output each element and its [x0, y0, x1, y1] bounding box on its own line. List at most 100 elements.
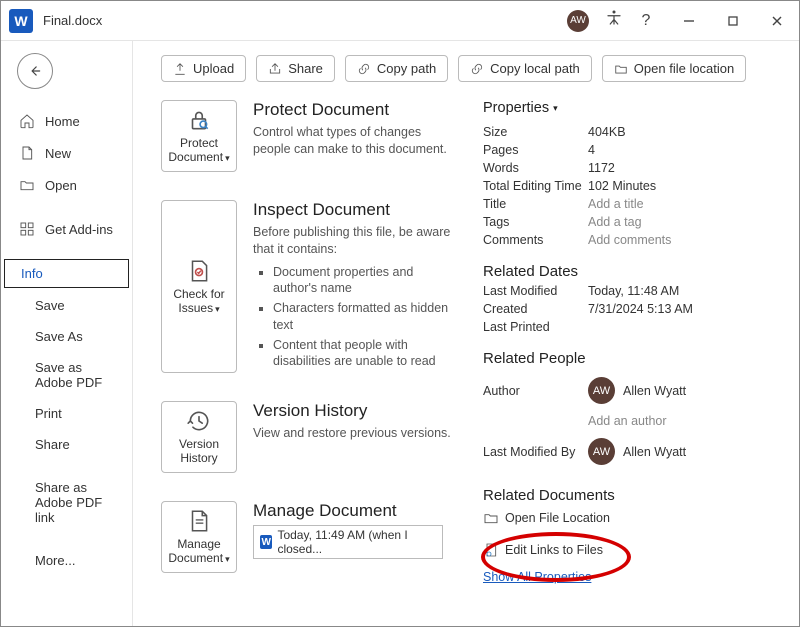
sidebar-item-label: New	[45, 146, 71, 161]
list-item: Characters formatted as hidden text	[273, 300, 451, 333]
sidebar-item-info[interactable]: Info	[4, 259, 129, 288]
version-history-section: Version History Version History View and…	[161, 401, 451, 473]
prop-key: Total Editing Time	[483, 179, 588, 193]
section-heading: Protect Document	[253, 100, 451, 120]
check-for-issues-button[interactable]: Check for Issues▾	[161, 200, 237, 373]
sidebar-item-addins[interactable]: Get Add-ins	[1, 213, 132, 245]
sidebar-item-label: Home	[45, 114, 80, 129]
related-people-heading: Related People	[483, 350, 783, 367]
version-history-button[interactable]: Version History	[161, 401, 237, 473]
open-folder-icon	[19, 177, 35, 193]
avatar: AW	[588, 377, 615, 404]
list-item: Content that people with disabilities ar…	[273, 337, 451, 370]
prop-title-input[interactable]: Add a title	[588, 197, 644, 211]
open-file-location-link[interactable]: Open File Location	[483, 510, 783, 526]
protect-document-button[interactable]: Protect Document▾	[161, 100, 237, 172]
chevron-down-icon: ▾	[553, 103, 558, 114]
sidebar-item-label: Info	[21, 266, 43, 281]
word-doc-icon: W	[260, 535, 272, 549]
prop-key: Words	[483, 161, 588, 175]
protect-section: Protect Document▾ Protect Document Contr…	[161, 100, 451, 172]
help-icon[interactable]: ?	[635, 12, 657, 30]
sidebar-item-home[interactable]: Home	[1, 105, 132, 137]
copy-path-button[interactable]: Copy path	[345, 55, 448, 82]
close-button[interactable]	[755, 1, 799, 41]
inspect-section: Check for Issues▾ Inspect Document Befor…	[161, 200, 451, 373]
addins-icon	[19, 221, 35, 237]
prop-tags-input[interactable]: Add a tag	[588, 215, 642, 229]
inspect-issues-list: Document properties and author's name Ch…	[253, 264, 451, 370]
sidebar-item-new[interactable]: New	[1, 137, 132, 169]
show-all-properties-link[interactable]: Show All Properties	[483, 570, 591, 584]
maximize-button[interactable]	[711, 1, 755, 41]
info-content: Upload Share Copy path Copy local path O…	[133, 41, 799, 626]
prop-key: Pages	[483, 143, 588, 157]
sidebar-item-share-adobe[interactable]: Share as Adobe PDF link	[1, 472, 132, 533]
modified-by-person[interactable]: AW Allen Wyatt	[588, 438, 686, 465]
document-title: Final.docx	[43, 13, 102, 28]
history-icon	[186, 408, 212, 434]
sidebar-item-open[interactable]: Open	[1, 169, 132, 201]
sidebar-item-share[interactable]: Share	[1, 429, 132, 460]
open-file-location-button[interactable]: Open file location	[602, 55, 746, 82]
edit-links-to-files-link[interactable]: Edit Links to Files	[483, 542, 783, 558]
sidebar-item-more[interactable]: More...	[1, 545, 132, 576]
links-doc-icon	[483, 542, 499, 558]
section-lead: Before publishing this file, be aware th…	[253, 224, 451, 258]
chevron-down-icon: ▾	[225, 153, 230, 163]
share-button[interactable]: Share	[256, 55, 335, 82]
section-heading: Version History	[253, 401, 451, 421]
section-heading: Inspect Document	[253, 200, 451, 220]
user-avatar[interactable]: AW	[567, 10, 589, 32]
prop-key: Tags	[483, 215, 588, 229]
sidebar-item-label: Save As	[35, 329, 83, 344]
sidebar-item-save-as[interactable]: Save As	[1, 321, 132, 352]
sidebar-item-label: Save as Adobe PDF	[35, 360, 122, 390]
chevron-down-icon: ▾	[225, 554, 230, 564]
prop-value: 102 Minutes	[588, 179, 656, 193]
sidebar-item-label: Share as Adobe PDF link	[35, 480, 122, 525]
properties-panel: Properties▾ Size404KB Pages4 Words1172 T…	[483, 100, 783, 626]
prop-key: Size	[483, 125, 588, 139]
prop-key: Title	[483, 197, 588, 211]
list-item: Document properties and author's name	[273, 264, 451, 297]
word-app-icon: W	[9, 9, 33, 33]
sidebar-item-label: Share	[35, 437, 70, 452]
info-sections: Protect Document▾ Protect Document Contr…	[161, 100, 451, 626]
upload-button[interactable]: Upload	[161, 55, 246, 82]
sidebar-item-save-adobe[interactable]: Save as Adobe PDF	[1, 352, 132, 398]
titlebar: W Final.docx AW ?	[1, 1, 799, 41]
related-documents-heading: Related Documents	[483, 487, 783, 504]
info-toolbar: Upload Share Copy path Copy local path O…	[161, 55, 783, 82]
sidebar-item-label: More...	[35, 553, 75, 568]
manage-document-section: Manage Document▾ Manage Document W Today…	[161, 501, 451, 573]
section-description: View and restore previous versions.	[253, 425, 451, 442]
manage-doc-icon	[186, 508, 212, 534]
prop-value: 1172	[588, 161, 615, 175]
related-dates-heading: Related Dates	[483, 263, 783, 280]
copy-local-path-button[interactable]: Copy local path	[458, 55, 592, 82]
sidebar-item-label: Open	[45, 178, 77, 193]
chevron-down-icon: ▾	[215, 304, 220, 314]
properties-heading[interactable]: Properties▾	[483, 100, 558, 116]
sidebar-item-label: Print	[35, 406, 62, 421]
prop-value: 4	[588, 143, 595, 157]
sidebar-item-label: Save	[35, 298, 65, 313]
home-icon	[19, 113, 35, 129]
accessibility-icon[interactable]	[603, 9, 625, 32]
add-author-input[interactable]: Add an author	[588, 414, 667, 428]
section-heading: Manage Document	[253, 501, 451, 521]
back-button[interactable]	[17, 53, 53, 89]
autosave-version-item[interactable]: W Today, 11:49 AM (when I closed...	[253, 525, 443, 559]
prop-comments-input[interactable]: Add comments	[588, 233, 671, 247]
minimize-button[interactable]	[667, 1, 711, 41]
avatar: AW	[588, 438, 615, 465]
sidebar-item-label: Get Add-ins	[45, 222, 113, 237]
prop-value: 404KB	[588, 125, 626, 139]
word-info-backstage: W Final.docx AW ? Home New	[0, 0, 800, 627]
author-person[interactable]: AW Allen Wyatt	[588, 377, 686, 404]
sidebar-item-print[interactable]: Print	[1, 398, 132, 429]
new-doc-icon	[19, 145, 35, 161]
sidebar-item-save[interactable]: Save	[1, 290, 132, 321]
manage-document-button[interactable]: Manage Document▾	[161, 501, 237, 573]
